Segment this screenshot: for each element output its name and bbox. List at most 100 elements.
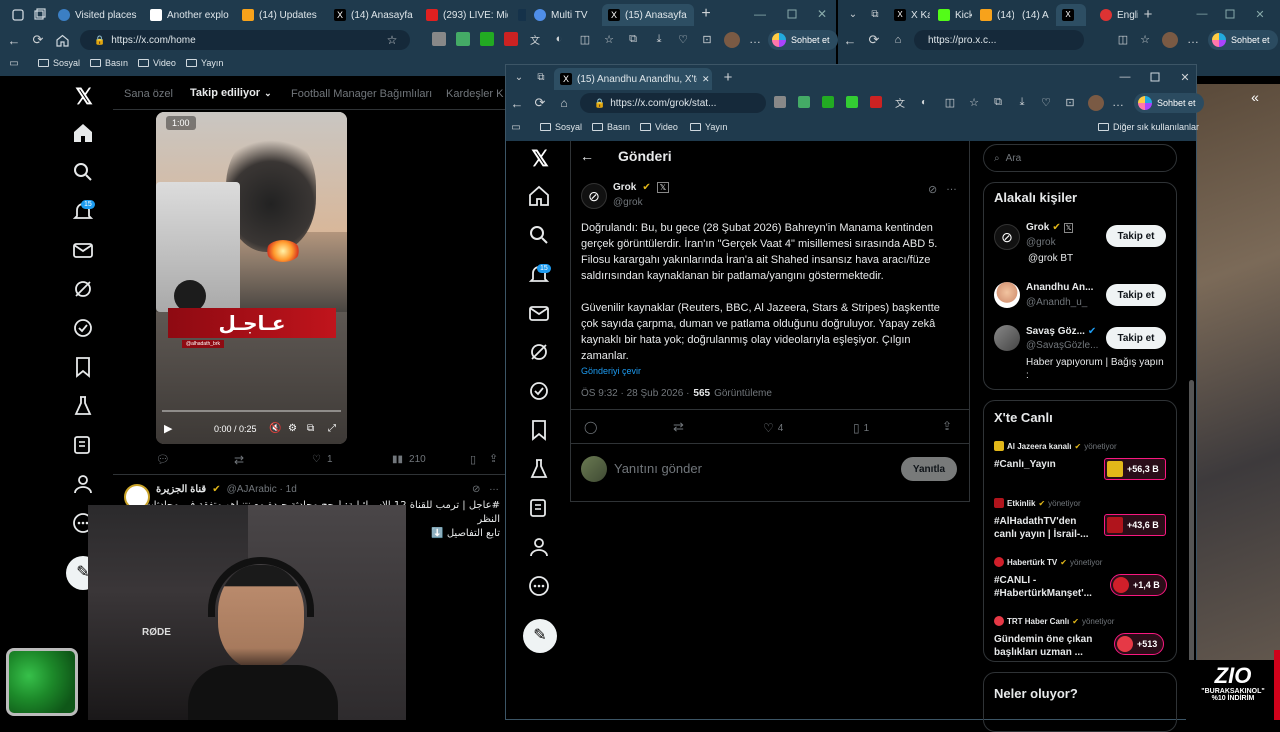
address-bar[interactable]: 🔒 https://x.com/home: [80, 30, 410, 50]
right-profile-avatar[interactable]: [1162, 32, 1178, 48]
share-icon[interactable]: ⇪: [489, 452, 498, 465]
popup-nav-more-icon[interactable]: [527, 574, 553, 600]
popup-nav-profile-icon[interactable]: [527, 535, 553, 561]
right-address-bar[interactable]: https://pro.x.c...: [914, 30, 1084, 50]
nav-verified-icon[interactable]: [71, 316, 97, 342]
tab-for-you[interactable]: Sana özel: [124, 88, 173, 100]
right-new-tab-icon[interactable]: +: [1140, 6, 1156, 23]
popup-back-icon[interactable]: ←: [509, 95, 525, 111]
popup-tab-actions-icon[interactable]: ⌄: [512, 70, 526, 84]
refresh-icon[interactable]: ⟳: [30, 32, 46, 48]
post-share-icon[interactable]: ⇪: [942, 419, 952, 433]
popup-collections-icon[interactable]: ⧉: [992, 96, 1004, 108]
copilot-chat-button[interactable]: Sohbet et: [768, 30, 838, 50]
post-grok-icon[interactable]: ⊘: [928, 183, 937, 196]
live-4-host[interactable]: TRT Haber Canlı ✔ yönetiyor: [994, 616, 1114, 626]
person-grok-name[interactable]: Grok: [1026, 222, 1049, 233]
popup-bookmark-sosyal[interactable]: Sosyal: [540, 122, 582, 132]
tab-anasayfa-active[interactable]: X (15) Anasayfa: [602, 4, 694, 26]
translate-post-link[interactable]: Gönderiyi çevir: [581, 366, 641, 376]
popup-nav-messages-icon[interactable]: [527, 301, 553, 327]
popup-bookmark-basin[interactable]: Basın: [592, 122, 630, 132]
popup-favorites-icon[interactable]: ☆: [968, 96, 980, 109]
right-more-icon[interactable]: …: [1186, 32, 1200, 46]
nav-articles-icon[interactable]: [71, 433, 97, 459]
right-tab-14[interactable]: (14): [974, 4, 1014, 26]
tab-live-mid[interactable]: (293) LIVE: Mid: [420, 4, 508, 26]
copilot-small-icon[interactable]: ◐: [552, 32, 566, 46]
tab-visited-places[interactable]: Visited places: [52, 4, 140, 26]
popup-nav-home-icon[interactable]: [527, 184, 553, 210]
profile-avatar[interactable]: [724, 32, 740, 48]
nav-jobs-icon[interactable]: [71, 394, 97, 420]
follow-grok-button[interactable]: Takip et: [1106, 225, 1166, 247]
popup-nav-verified-icon[interactable]: [527, 379, 553, 405]
grok-avatar[interactable]: ⊘: [581, 183, 607, 209]
live-2-title[interactable]: #AlHadathTV'den canlı yayın | İsrail-...: [994, 515, 1098, 541]
popup-copilot-chat-button[interactable]: Sohbet et: [1134, 93, 1204, 113]
live-3-host[interactable]: Habertürk TV ✔ yönetiyor: [994, 557, 1102, 567]
tab-actions-icon[interactable]: [10, 7, 26, 23]
live-4-title[interactable]: Gündemin öne çıkan başlıkları uzman ...: [994, 633, 1098, 659]
close-icon[interactable]: ✕: [814, 6, 830, 22]
post-bookmark-action[interactable]: ▯ 1: [853, 421, 869, 435]
x-logo[interactable]: 𝕏: [72, 84, 96, 109]
nav-home-icon[interactable]: [71, 121, 97, 147]
person-savas-avatar[interactable]: [994, 325, 1020, 351]
popup-more-icon[interactable]: …: [1112, 95, 1124, 109]
post-repost-icon[interactable]: ⇄: [673, 419, 684, 435]
bookmark-video[interactable]: Video: [138, 58, 176, 68]
tab-anasayfa-1[interactable]: X (14) Anasayfa: [328, 4, 416, 26]
popup-profile-avatar[interactable]: [1088, 95, 1104, 111]
person-anandhu-avatar[interactable]: [994, 282, 1020, 308]
extension-2-icon[interactable]: [456, 32, 470, 46]
live-1-host[interactable]: Al Jazeera kanalı ✔ yönetiyor: [994, 441, 1117, 451]
popup-nav-jobs-icon[interactable]: [527, 457, 553, 483]
popup-split-icon[interactable]: ◫: [944, 96, 956, 109]
back-icon[interactable]: ←: [6, 32, 22, 48]
workspaces-icon[interactable]: [32, 7, 48, 23]
right-favorites-icon[interactable]: ☆: [1138, 32, 1152, 46]
tab-updates[interactable]: (14) Updates: [236, 4, 324, 26]
popup-ext-2-icon[interactable]: [798, 96, 810, 108]
person-grok-avatar[interactable]: ⊘: [994, 224, 1020, 250]
popup-reading-icon[interactable]: ▭: [510, 121, 522, 133]
extension-1-icon[interactable]: [432, 32, 446, 46]
translate-icon[interactable]: 文: [528, 32, 542, 47]
tweet2-author[interactable]: قناة الجزيرة: [156, 484, 206, 495]
popup-ext-4-icon[interactable]: [846, 96, 858, 108]
repost-icon[interactable]: ⇄: [234, 453, 244, 467]
popup-heart-icon[interactable]: ♡: [1040, 96, 1052, 109]
right-minimize-icon[interactable]: —: [1194, 6, 1210, 22]
popup-nav-bookmarks-icon[interactable]: [527, 418, 553, 444]
right-tab-kick[interactable]: Kick: [932, 4, 972, 26]
tab-kardesler[interactable]: Kardeşler Ki: [446, 88, 504, 100]
popup-x-logo[interactable]: 𝕏: [528, 146, 552, 171]
live-4-badge[interactable]: +513: [1114, 633, 1165, 655]
bookmark-yayin[interactable]: Yayın: [186, 58, 223, 68]
right-tab-engli[interactable]: Engli: [1094, 4, 1138, 26]
person-savas-name[interactable]: Savaş Göz...: [1026, 326, 1085, 337]
popup-screenshot-icon[interactable]: ⊡: [1064, 96, 1076, 109]
right-tab-kat[interactable]: XX Kat: [888, 4, 930, 26]
popup-other-bookmarks[interactable]: Diğer sık kullanılanlar: [1098, 122, 1199, 132]
post-like-action[interactable]: ♡ 4: [763, 421, 783, 435]
tweet-video[interactable]: 1:00 عـاجـل @alhadath_brk ▶ 0:00 / 0:25 …: [156, 112, 347, 444]
video-progress[interactable]: [162, 410, 341, 412]
live-1-badge[interactable]: +56,3 B: [1104, 458, 1166, 480]
popup-close-icon[interactable]: ✕: [1177, 69, 1193, 85]
grok-icon[interactable]: ⊘: [472, 484, 480, 495]
more-menu-icon[interactable]: …: [748, 32, 762, 46]
post-more-icon[interactable]: …: [946, 181, 957, 193]
right-close-icon[interactable]: ✕: [1252, 6, 1268, 22]
tab-blank[interactable]: [512, 4, 526, 26]
post-back-icon[interactable]: ←: [580, 148, 594, 164]
screenshot-icon[interactable]: ⊡: [700, 32, 714, 46]
live-2-host[interactable]: Etkinlik ✔ yönetiyor: [994, 498, 1081, 508]
popup-workspaces-icon[interactable]: ⧉: [534, 70, 548, 84]
popup-new-tab-icon[interactable]: +: [720, 69, 736, 86]
popup-nav-articles-icon[interactable]: [527, 496, 553, 522]
bookmark-icon[interactable]: ▯: [470, 453, 476, 466]
post-time[interactable]: ÖS 9:32 · 28 Şub 2026 ·: [581, 388, 689, 399]
follow-savas-button[interactable]: Takip et: [1106, 327, 1166, 349]
